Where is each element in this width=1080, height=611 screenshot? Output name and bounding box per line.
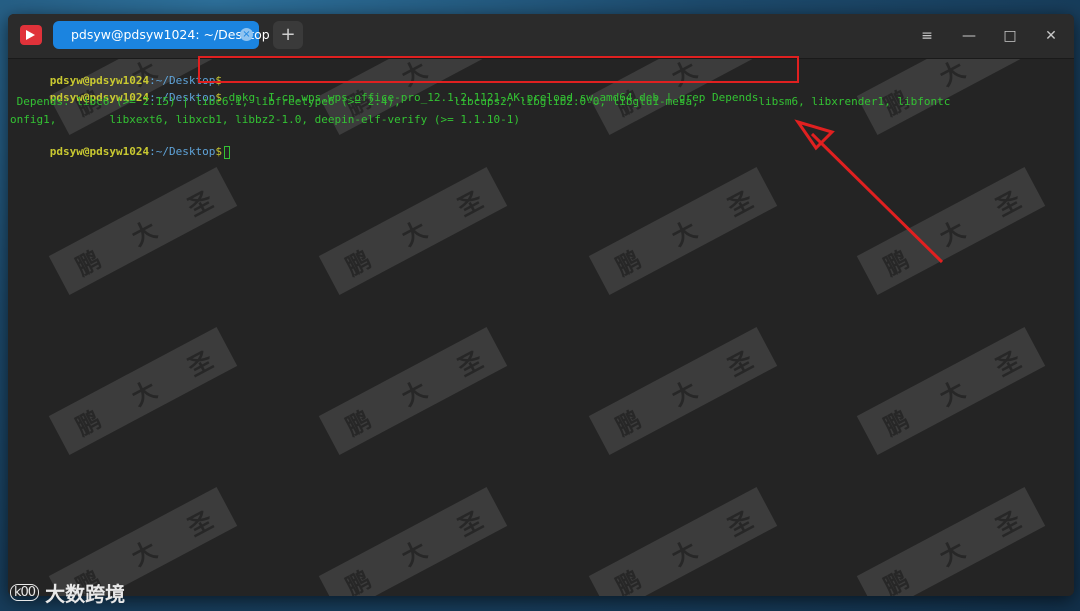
brand-logo-icon: k00 (10, 584, 40, 601)
brand-watermark: k00 大数跨境 (10, 578, 125, 607)
annotation-arrow-icon (794, 119, 944, 264)
brand-name: 大数跨境 (45, 582, 126, 606)
